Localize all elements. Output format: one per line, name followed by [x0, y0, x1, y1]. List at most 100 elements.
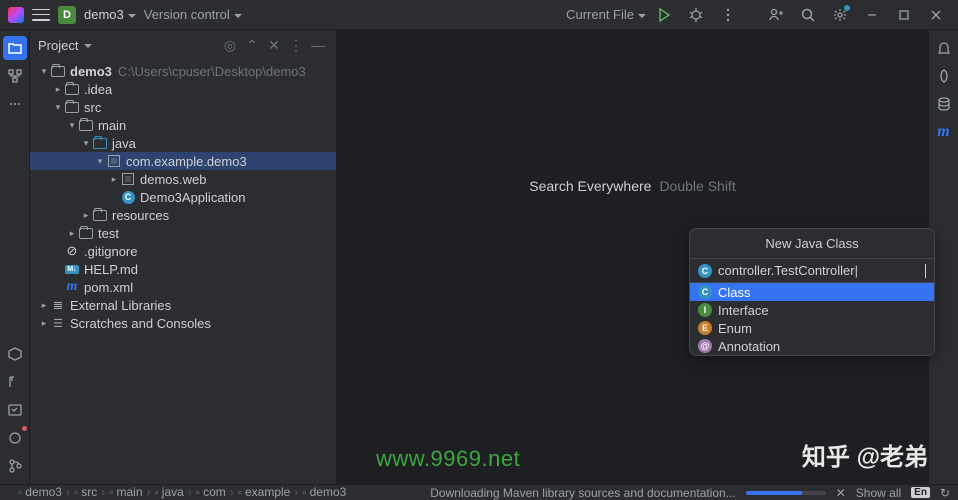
collapse-all-icon[interactable]: ✕	[264, 35, 284, 55]
expand-all-icon[interactable]: ⌃	[242, 35, 262, 55]
popup-title: New Java Class	[690, 229, 934, 258]
maximize-button[interactable]	[890, 1, 918, 29]
tree-node-external-libs[interactable]: ▸𝌆External Libraries	[30, 296, 336, 314]
tree-node-java[interactable]: ▾java	[30, 134, 336, 152]
breadcrumb-separator: ›	[294, 485, 298, 499]
tree-node-package-web[interactable]: ▸demos.web	[30, 170, 336, 188]
breadcrumb-item[interactable]: ▫demo3	[302, 485, 346, 499]
structure-tool-button[interactable]	[3, 64, 27, 88]
run-config-selector[interactable]: Current File	[566, 7, 646, 22]
popup-input-row: C controller.TestController	[690, 258, 934, 283]
breadcrumb-separator: ›	[147, 485, 151, 499]
left-tool-rail	[0, 30, 30, 484]
hint-shortcut: Double Shift	[659, 178, 735, 194]
breadcrumb-separator: ›	[66, 485, 70, 499]
run-tool-button[interactable]	[3, 398, 27, 422]
settings-icon[interactable]	[826, 1, 854, 29]
tree-node-help[interactable]: M↓HELP.md	[30, 260, 336, 278]
title-bar: D demo3 Version control Current File	[0, 0, 958, 30]
close-button[interactable]	[922, 1, 950, 29]
option-label: Class	[718, 285, 751, 300]
editor-area: Search Everywhere Double Shift New Java …	[337, 30, 928, 484]
tree-node-main[interactable]: ▾main	[30, 116, 336, 134]
kind-icon: @	[698, 339, 712, 353]
notifications-icon[interactable]	[932, 36, 956, 60]
titlebar-right: Current File	[566, 1, 950, 29]
code-with-me-icon[interactable]	[762, 1, 790, 29]
breadcrumb-separator: ›	[230, 485, 234, 499]
vcs-label: Version control	[144, 7, 230, 22]
status-bar: ▫demo3›▫src›▫main›▫java›▫com›▫example›▫d…	[0, 484, 958, 500]
tool-options-icon[interactable]: ⋮	[286, 35, 306, 55]
maven-icon[interactable]: m	[932, 120, 956, 144]
main-layout: Project ◎ ⌃ ✕ ⋮ — ▾demo3C:\Users\cpuser\…	[0, 30, 958, 484]
cancel-task-icon[interactable]: ✕	[836, 486, 846, 500]
progress-bar	[746, 491, 826, 495]
tree-node-scratches[interactable]: ▸☰Scratches and Consoles	[30, 314, 336, 332]
class-name-input[interactable]: controller.TestController	[718, 263, 919, 278]
navigation-breadcrumb[interactable]: ▫demo3›▫src›▫main›▫java›▫com›▫example›▫d…	[18, 484, 346, 500]
watermark-url: www.9969.net	[376, 446, 520, 472]
status-message: Downloading Maven library sources and do…	[430, 486, 736, 500]
tree-node-resources[interactable]: ▸resources	[30, 206, 336, 224]
popup-option-annotation[interactable]: @ Annotation	[690, 337, 934, 355]
search-everywhere-hint: Search Everywhere Double Shift	[529, 178, 735, 194]
vcs-widget[interactable]: Version control	[144, 7, 242, 22]
breadcrumb-item[interactable]: ▫java	[155, 485, 184, 499]
hint-label: Search Everywhere	[529, 178, 651, 194]
terminal-tool-button[interactable]	[3, 370, 27, 394]
ai-assistant-icon[interactable]	[932, 64, 956, 88]
tree-node-app-class[interactable]: CDemo3Application	[30, 188, 336, 206]
breadcrumb-item[interactable]: ▫src	[74, 485, 97, 499]
breadcrumb-item[interactable]: ▫demo3	[18, 485, 62, 499]
more-actions-button[interactable]	[714, 1, 742, 29]
project-name: demo3	[84, 7, 124, 22]
database-icon[interactable]	[932, 92, 956, 116]
project-tool-header: Project ◎ ⌃ ✕ ⋮ —	[30, 30, 336, 60]
hide-tool-icon[interactable]: —	[308, 35, 328, 55]
project-tool-title: Project	[38, 38, 78, 53]
select-opened-file-icon[interactable]: ◎	[220, 35, 240, 55]
breadcrumb-item[interactable]: ▫example	[238, 485, 291, 499]
tree-node-gitignore[interactable]: ⊘.gitignore	[30, 242, 336, 260]
new-class-popup: New Java Class C controller.TestControll…	[689, 228, 935, 356]
tree-node-idea[interactable]: ▸.idea	[30, 80, 336, 98]
show-all-link[interactable]: Show all	[856, 486, 901, 500]
breadcrumb-item[interactable]: ▫com	[196, 485, 226, 499]
project-tool-button[interactable]	[3, 36, 27, 60]
main-menu-icon[interactable]	[32, 8, 50, 22]
debug-button[interactable]	[682, 1, 710, 29]
project-badge: D	[58, 6, 76, 24]
tree-node-src[interactable]: ▾src	[30, 98, 336, 116]
app-icon	[8, 7, 24, 23]
tree-node-pom[interactable]: mpom.xml	[30, 278, 336, 296]
project-selector[interactable]: demo3	[84, 7, 136, 22]
popup-option-interface[interactable]: I Interface	[690, 301, 934, 319]
run-config-label: Current File	[566, 7, 634, 22]
kind-icon: E	[698, 321, 712, 335]
more-tools-button[interactable]	[3, 92, 27, 116]
kind-icon: I	[698, 303, 712, 317]
watermark-zhihu: 知乎 @老弟	[802, 437, 928, 472]
popup-option-class[interactable]: CClass	[690, 283, 934, 301]
run-button[interactable]	[650, 1, 678, 29]
titlebar-left: D demo3 Version control	[8, 6, 242, 24]
project-tree[interactable]: ▾demo3C:\Users\cpuser\Desktop\demo3 ▸.id…	[30, 60, 336, 484]
minimize-button[interactable]	[858, 1, 886, 29]
status-extra-icon[interactable]: ↻	[940, 486, 950, 500]
services-tool-button[interactable]	[3, 342, 27, 366]
vcs-tool-button[interactable]	[3, 454, 27, 478]
chevron-down-icon[interactable]	[84, 44, 92, 48]
popup-option-enum[interactable]: EEnum	[690, 319, 934, 337]
option-label: Interface	[718, 303, 769, 318]
breadcrumb-separator: ›	[188, 485, 192, 499]
option-label: Annotation	[718, 339, 780, 354]
chevron-down-icon	[128, 14, 136, 18]
search-icon[interactable]	[794, 1, 822, 29]
tree-node-root[interactable]: ▾demo3C:\Users\cpuser\Desktop\demo3	[30, 62, 336, 80]
tree-node-package-selected[interactable]: ▾com.example.demo3	[30, 152, 336, 170]
breadcrumb-item[interactable]: ▫main	[109, 485, 142, 499]
problems-tool-button[interactable]	[3, 426, 27, 450]
tree-node-test[interactable]: ▸test	[30, 224, 336, 242]
language-indicator[interactable]: En	[911, 487, 930, 498]
